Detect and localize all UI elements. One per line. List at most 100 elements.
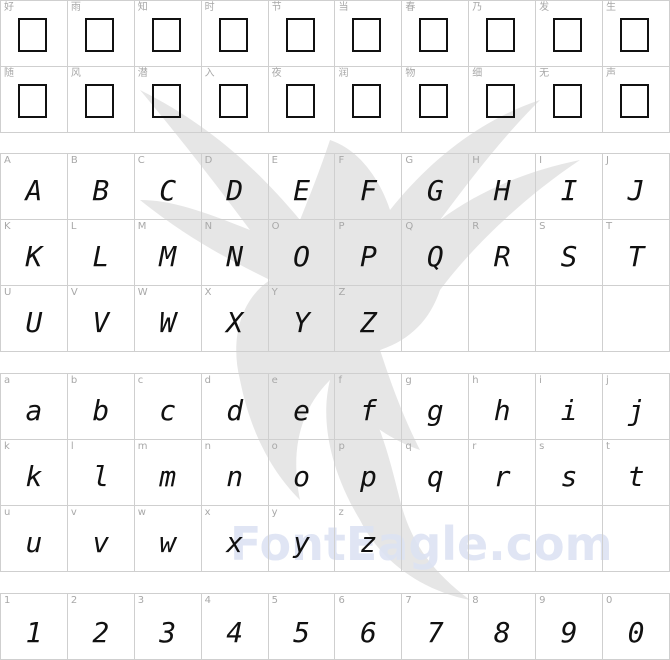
glyph-cell: 随: [0, 66, 68, 133]
glyph-sample: g: [426, 394, 444, 427]
glyph-row: AABBCCDDEEFFGGHHIIJJ: [0, 153, 670, 220]
glyph-label: Y: [271, 287, 278, 298]
missing-glyph-box: [18, 84, 47, 118]
glyph-cell: 细: [468, 66, 537, 133]
glyph-cell: 44: [200, 593, 269, 660]
glyph-label: v: [70, 507, 77, 518]
glyph-cell: 知: [133, 0, 202, 67]
glyph-label: D: [204, 155, 213, 166]
glyph-sample: p: [359, 460, 377, 493]
glyph-label: d: [204, 375, 212, 386]
glyph-label: 当: [338, 2, 349, 13]
missing-glyph-box: [352, 18, 382, 52]
glyph-cell: CC: [133, 153, 202, 220]
glyph-cell: JJ: [602, 153, 670, 220]
glyph-cell: 77: [401, 593, 470, 660]
glyph-label: l: [70, 441, 74, 452]
missing-glyph-box: [620, 18, 650, 52]
glyph-label: 节: [271, 2, 282, 13]
missing-glyph-box: [151, 18, 181, 52]
glyph-label: 潜: [137, 68, 148, 79]
glyph-label: q: [405, 441, 412, 452]
glyph-sample: w: [159, 526, 177, 559]
missing-glyph-box: [285, 84, 315, 118]
glyph-cell: LL: [66, 219, 135, 286]
glyph-sample: M: [159, 240, 177, 273]
glyph-cell: 22: [66, 593, 135, 660]
glyph-cell: [535, 505, 604, 572]
cjk-glyph-grid: 好 雨 知 时 节 当 春 乃 发 生随 风 潜 入 夜 润 物 细 无 声: [0, 0, 670, 133]
glyph-cell: XX: [200, 285, 269, 352]
glyph-cell: 春: [401, 0, 470, 67]
glyph-label: R: [472, 221, 480, 232]
glyph-label: m: [137, 441, 148, 452]
glyph-cell: OO: [267, 219, 336, 286]
glyph-cell: ZZ: [334, 285, 403, 352]
glyph-sample: z: [359, 526, 377, 559]
glyph-cell: 11: [0, 593, 68, 660]
glyph-cell: kk: [0, 439, 68, 506]
missing-glyph-box: [285, 18, 315, 52]
glyph-label: J: [606, 155, 609, 166]
glyph-label: 2: [70, 595, 78, 606]
glyph-sample: d: [226, 394, 244, 427]
glyph-cell: 声: [602, 66, 670, 133]
glyph-label: 乃: [472, 2, 483, 13]
glyph-cell: [468, 285, 537, 352]
glyph-label: C: [137, 155, 145, 166]
glyph-label: n: [204, 441, 212, 452]
glyph-sample: 2: [92, 616, 110, 649]
glyph-sample: t: [627, 460, 645, 493]
glyph-label: L: [70, 221, 77, 232]
glyph-cell: 好: [0, 0, 68, 67]
glyph-label: j: [606, 375, 609, 386]
glyph-cell: ee: [267, 373, 336, 440]
glyph-label: 雨: [70, 2, 81, 13]
glyph-label: o: [271, 441, 278, 452]
missing-glyph-box: [419, 84, 449, 118]
glyph-cell: jj: [602, 373, 670, 440]
glyph-cell: xx: [200, 505, 269, 572]
glyph-label: 3: [137, 595, 145, 606]
glyph-sample: W: [159, 306, 177, 339]
glyph-cell: HH: [468, 153, 537, 220]
glyph-label: g: [405, 375, 412, 386]
missing-glyph-box: [84, 84, 114, 118]
glyph-sample: u: [25, 526, 43, 559]
glyph-cell: GG: [401, 153, 470, 220]
glyph-sample: q: [426, 460, 444, 493]
glyph-sample: E: [293, 174, 310, 207]
glyph-sample: m: [159, 460, 177, 493]
glyph-label: N: [204, 221, 213, 232]
glyph-cell: 发: [535, 0, 604, 67]
glyph-label: 7: [405, 595, 412, 606]
glyph-label: 1: [4, 595, 11, 606]
lowercase-glyph-grid: aabbccddeeffgghhiijjkkllmmnnooppqqrrsstt…: [0, 373, 670, 572]
glyph-label: y: [271, 507, 278, 518]
glyph-cell: 潜: [133, 66, 202, 133]
missing-glyph-box: [151, 84, 181, 118]
glyph-sample: H: [493, 174, 511, 207]
glyph-sample: T: [627, 240, 645, 273]
glyph-label: 0: [606, 595, 613, 606]
glyph-cell: vv: [66, 505, 135, 572]
glyph-sample: F: [359, 174, 377, 207]
glyph-sample: 8: [493, 616, 511, 649]
missing-glyph-box: [620, 84, 650, 118]
glyph-sample: 5: [293, 616, 310, 649]
glyph-row: 随风潜入夜润物细无声: [0, 66, 670, 133]
glyph-label: c: [137, 375, 144, 386]
glyph-sample: K: [25, 240, 43, 273]
glyph-cell: 润: [334, 66, 403, 133]
glyph-cell: 夜: [267, 66, 336, 133]
glyph-label: 发: [539, 2, 550, 13]
glyph-cell: EE: [267, 153, 336, 220]
glyph-row: uuvvwwxxyyzz: [0, 505, 670, 572]
glyph-label: 知: [137, 2, 148, 13]
glyph-cell: nn: [200, 439, 269, 506]
glyph-cell: 无: [535, 66, 604, 133]
glyph-label: 生: [606, 2, 617, 13]
glyph-cell: BB: [66, 153, 135, 220]
glyph-cell: TT: [602, 219, 670, 286]
glyph-label: h: [472, 375, 479, 386]
